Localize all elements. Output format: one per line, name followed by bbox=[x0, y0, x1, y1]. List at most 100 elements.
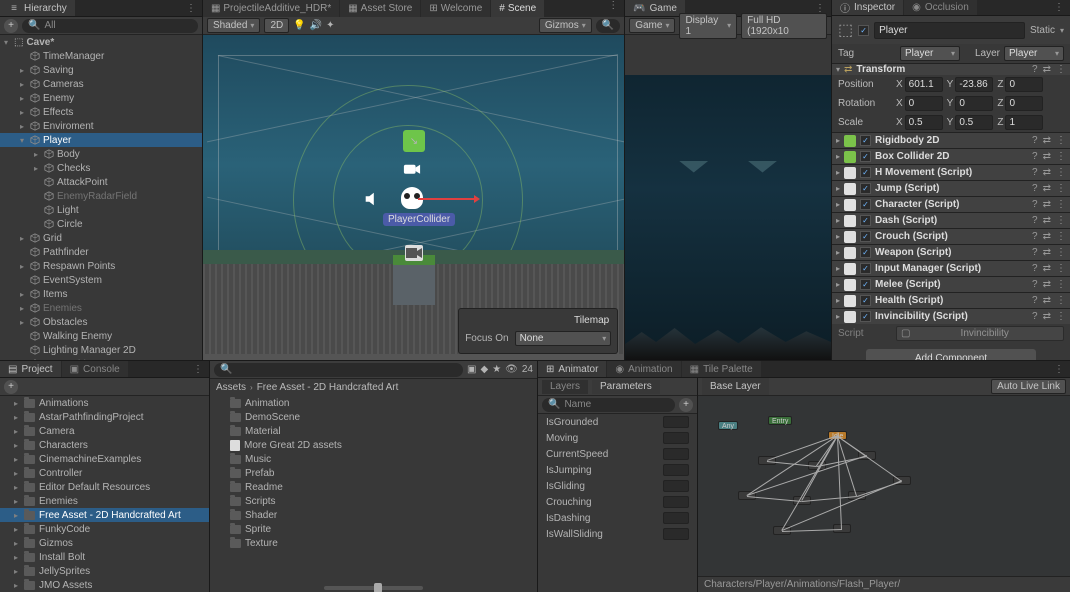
foldout-icon[interactable]: ▾ bbox=[4, 38, 14, 47]
game-options-icon[interactable]: ⋮ bbox=[809, 3, 831, 14]
preset-icon[interactable]: ⇄ bbox=[1043, 263, 1051, 274]
project-folder-item[interactable]: ▸JellySprites bbox=[0, 564, 209, 578]
preset-icon[interactable]: ⇄ bbox=[1043, 231, 1051, 242]
preset-icon[interactable]: ⇄ bbox=[1043, 247, 1051, 258]
menu-icon[interactable]: ⋮ bbox=[1056, 199, 1066, 210]
menu-icon[interactable]: ⋮ bbox=[1056, 311, 1066, 322]
preset-icon[interactable]: ⇄ bbox=[1043, 279, 1051, 290]
help-icon[interactable]: ? bbox=[1032, 263, 1038, 274]
component-header[interactable]: ▸✓Jump (Script)?⇄⋮ bbox=[832, 180, 1070, 196]
param-value-field[interactable] bbox=[663, 528, 689, 540]
foldout-icon[interactable]: ▸ bbox=[34, 164, 44, 173]
project-folder-item[interactable]: ▸Animations bbox=[0, 396, 209, 410]
favorite-icon[interactable]: ★ bbox=[492, 364, 501, 375]
foldout-icon[interactable]: ▸ bbox=[14, 413, 24, 422]
foldout-icon[interactable]: ▾ bbox=[20, 136, 30, 145]
rot-z-input[interactable] bbox=[1005, 96, 1043, 111]
animator-parameter-row[interactable]: Moving bbox=[538, 430, 697, 446]
project-folder-item[interactable]: ▸Characters bbox=[0, 438, 209, 452]
hierarchy-options-icon[interactable]: ⋮ bbox=[180, 3, 202, 14]
help-icon[interactable]: ? bbox=[1032, 135, 1038, 146]
gameobject-enabled-checkbox[interactable]: ✓ bbox=[858, 25, 869, 36]
param-value-field[interactable] bbox=[663, 464, 689, 476]
hierarchy-item[interactable]: Circle bbox=[0, 217, 202, 231]
component-enabled-checkbox[interactable]: ✓ bbox=[860, 279, 871, 290]
project-asset-item[interactable]: DemoScene bbox=[210, 410, 537, 424]
menu-icon[interactable]: ⋮ bbox=[1056, 295, 1066, 306]
help-icon[interactable]: ? bbox=[1032, 295, 1038, 306]
animator-state-node[interactable]: Any bbox=[718, 421, 738, 430]
animator-base-layer-crumb[interactable]: Base Layer bbox=[702, 378, 769, 395]
tab-console[interactable]: ▣Console bbox=[62, 361, 128, 377]
scene-tab[interactable]: #Scene bbox=[491, 0, 544, 17]
menu-icon[interactable]: ⋮ bbox=[1056, 167, 1066, 178]
menu-icon[interactable]: ⋮ bbox=[1056, 231, 1066, 242]
component-enabled-checkbox[interactable]: ✓ bbox=[860, 231, 871, 242]
component-enabled-checkbox[interactable]: ✓ bbox=[860, 215, 871, 226]
foldout-icon[interactable]: ▸ bbox=[836, 216, 840, 225]
help-icon[interactable]: ? bbox=[1032, 231, 1038, 242]
project-folder-item[interactable]: ▸Install Bolt bbox=[0, 550, 209, 564]
foldout-icon[interactable]: ▸ bbox=[20, 304, 30, 313]
animator-parameter-row[interactable]: IsGliding bbox=[538, 478, 697, 494]
help-icon[interactable]: ? bbox=[1032, 183, 1038, 194]
foldout-icon[interactable]: ▸ bbox=[836, 168, 840, 177]
preset-icon[interactable]: ⇄ bbox=[1043, 199, 1051, 210]
project-options-icon[interactable]: ⋮ bbox=[187, 364, 209, 375]
game-display-dropdown[interactable]: Display 1▾ bbox=[679, 13, 737, 39]
scene-search-input[interactable]: 🔍 bbox=[596, 19, 620, 33]
animator-tab[interactable]: ▦Tile Palette bbox=[682, 361, 761, 377]
component-header[interactable]: ▸✓Character (Script)?⇄⋮ bbox=[832, 196, 1070, 212]
preset-icon[interactable]: ⇄ bbox=[1043, 295, 1051, 306]
tab-project[interactable]: ▤Project bbox=[0, 361, 61, 377]
tab-occlusion[interactable]: ◉Occlusion bbox=[904, 0, 977, 15]
animator-add-param-button[interactable]: + bbox=[679, 398, 693, 412]
project-search-input[interactable]: 🔍 bbox=[214, 363, 463, 377]
component-header[interactable]: ▸✓Rigidbody 2D?⇄⋮ bbox=[832, 132, 1070, 148]
project-folder-item[interactable]: ▸Free Asset - 2D Handcrafted Art bbox=[0, 508, 209, 522]
rot-x-input[interactable] bbox=[905, 96, 943, 111]
foldout-icon[interactable]: ▸ bbox=[20, 318, 30, 327]
hierarchy-item[interactable]: Pathfinder bbox=[0, 245, 202, 259]
foldout-icon[interactable]: ▸ bbox=[14, 441, 24, 450]
hierarchy-item[interactable]: ▸Respawn Points bbox=[0, 259, 202, 273]
animator-state-node[interactable]: Entry bbox=[768, 416, 792, 425]
foldout-icon[interactable]: ▸ bbox=[20, 80, 30, 89]
static-dropdown[interactable]: ▾ bbox=[1060, 26, 1064, 35]
foldout-icon[interactable]: ▸ bbox=[14, 539, 24, 548]
foldout-icon[interactable]: ▸ bbox=[836, 200, 840, 209]
component-enabled-checkbox[interactable]: ✓ bbox=[860, 151, 871, 162]
param-value-field[interactable] bbox=[663, 416, 689, 428]
scene-fx-icon[interactable]: ✦ bbox=[326, 20, 334, 31]
component-header[interactable]: ▸✓Dash (Script)?⇄⋮ bbox=[832, 212, 1070, 228]
project-folder-item[interactable]: ▸Camera bbox=[0, 424, 209, 438]
project-folder-item[interactable]: ▸AstarPathfindingProject bbox=[0, 410, 209, 424]
foldout-icon[interactable]: ▸ bbox=[836, 280, 840, 289]
hierarchy-add-button[interactable]: + bbox=[4, 19, 18, 33]
help-icon[interactable]: ? bbox=[1032, 279, 1038, 290]
foldout-icon[interactable]: ▸ bbox=[14, 483, 24, 492]
project-asset-item[interactable]: Readme bbox=[210, 480, 537, 494]
hierarchy-item[interactable]: ▾Player bbox=[0, 133, 202, 147]
scene-light-icon[interactable]: 💡 bbox=[293, 20, 305, 31]
foldout-icon[interactable]: ▸ bbox=[14, 469, 24, 478]
rot-y-input[interactable] bbox=[955, 96, 993, 111]
preset-icon[interactable]: ⇄ bbox=[1043, 135, 1051, 146]
component-header[interactable]: ▸✓H Movement (Script)?⇄⋮ bbox=[832, 164, 1070, 180]
hierarchy-item[interactable]: TimeManager bbox=[0, 49, 202, 63]
foldout-icon[interactable]: ▸ bbox=[836, 248, 840, 257]
hierarchy-item[interactable]: ▸Items bbox=[0, 287, 202, 301]
help-icon[interactable]: ? bbox=[1032, 64, 1038, 75]
component-enabled-checkbox[interactable]: ✓ bbox=[860, 199, 871, 210]
foldout-icon[interactable]: ▸ bbox=[20, 66, 30, 75]
component-transform-header[interactable]: ▾ ⇄ Transform ?⇄⋮ bbox=[832, 63, 1070, 75]
foldout-icon[interactable]: ▸ bbox=[836, 312, 840, 321]
param-value-field[interactable] bbox=[663, 480, 689, 492]
component-header[interactable]: ▸✓Melee (Script)?⇄⋮ bbox=[832, 276, 1070, 292]
animator-parameter-row[interactable]: IsWallSliding bbox=[538, 526, 697, 542]
inspector-options-icon[interactable]: ⋮ bbox=[1048, 2, 1070, 13]
tab-inspector[interactable]: ⓘInspector bbox=[832, 0, 903, 15]
param-value-field[interactable] bbox=[663, 512, 689, 524]
foldout-icon[interactable]: ▸ bbox=[14, 525, 24, 534]
help-icon[interactable]: ? bbox=[1032, 215, 1038, 226]
